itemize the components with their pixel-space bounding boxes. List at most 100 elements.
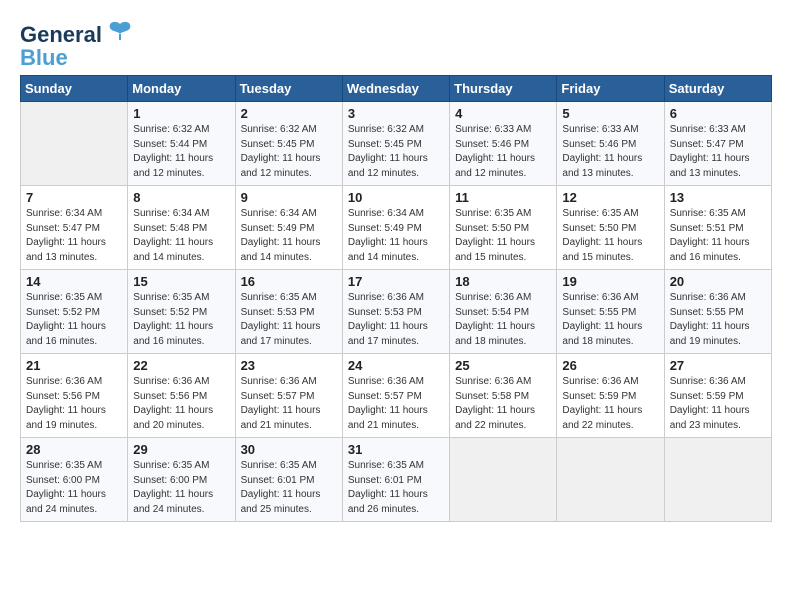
logo-blue: Blue bbox=[20, 47, 68, 69]
calendar-cell: 19 Sunrise: 6:36 AM Sunset: 5:55 PM Dayli… bbox=[557, 270, 664, 354]
day-info: Sunrise: 6:33 AM Sunset: 5:47 PM Dayligh… bbox=[670, 123, 766, 181]
day-info: Sunrise: 6:36 AM Sunset: 5:59 PM Dayligh… bbox=[670, 375, 766, 433]
day-info: Sunrise: 6:35 AM Sunset: 6:01 PM Dayligh… bbox=[241, 459, 337, 517]
calendar-cell: 30 Sunrise: 6:35 AM Sunset: 6:01 PM Dayli… bbox=[235, 438, 342, 522]
calendar-cell: 31 Sunrise: 6:35 AM Sunset: 6:01 PM Dayli… bbox=[342, 438, 449, 522]
calendar-cell: 26Sunrise: 6:36 AM Sunset: 5:59 PM Dayli… bbox=[557, 354, 664, 438]
day-number: 21 bbox=[26, 358, 122, 373]
calendar-cell: 22 Sunrise: 6:36 AM Sunset: 5:56 PM Dayli… bbox=[128, 354, 235, 438]
day-number: 24 bbox=[348, 358, 444, 373]
day-info: Sunrise: 6:35 AM Sunset: 5:53 PM Dayligh… bbox=[241, 291, 337, 349]
calendar-cell bbox=[21, 102, 128, 186]
calendar-week-4: 21 Sunrise: 6:36 AM Sunset: 5:56 PM Dayli… bbox=[21, 354, 772, 438]
calendar-cell: 12 Sunrise: 6:35 AM Sunset: 5:50 PM Dayli… bbox=[557, 186, 664, 270]
weekday-header-thursday: Thursday bbox=[450, 76, 557, 102]
calendar-cell: 28 Sunrise: 6:35 AM Sunset: 6:00 PM Dayli… bbox=[21, 438, 128, 522]
day-info: Sunrise: 6:36 AM Sunset: 5:59 PM Dayligh… bbox=[562, 375, 658, 433]
day-info: Sunrise: 6:35 AM Sunset: 6:01 PM Dayligh… bbox=[348, 459, 444, 517]
day-info: Sunrise: 6:34 AM Sunset: 5:48 PM Dayligh… bbox=[133, 207, 229, 265]
calendar-cell: 23Sunrise: 6:36 AM Sunset: 5:57 PM Dayli… bbox=[235, 354, 342, 438]
calendar-table: SundayMondayTuesdayWednesdayThursdayFrid… bbox=[20, 75, 772, 522]
day-number: 13 bbox=[670, 190, 766, 205]
calendar-cell bbox=[450, 438, 557, 522]
day-info: Sunrise: 6:36 AM Sunset: 5:58 PM Dayligh… bbox=[455, 375, 551, 433]
day-info: Sunrise: 6:35 AM Sunset: 5:52 PM Dayligh… bbox=[133, 291, 229, 349]
day-number: 9 bbox=[241, 190, 337, 205]
calendar-week-1: 1 Sunrise: 6:32 AM Sunset: 5:44 PM Daylig… bbox=[21, 102, 772, 186]
calendar-cell: 3 Sunrise: 6:32 AM Sunset: 5:45 PM Daylig… bbox=[342, 102, 449, 186]
calendar-cell: 27 Sunrise: 6:36 AM Sunset: 5:59 PM Dayli… bbox=[664, 354, 771, 438]
day-number: 16 bbox=[241, 274, 337, 289]
calendar-cell: 5 Sunrise: 6:33 AM Sunset: 5:46 PM Daylig… bbox=[557, 102, 664, 186]
day-number: 23 bbox=[241, 358, 337, 373]
day-info: Sunrise: 6:36 AM Sunset: 5:55 PM Dayligh… bbox=[670, 291, 766, 349]
day-info: Sunrise: 6:36 AM Sunset: 5:54 PM Dayligh… bbox=[455, 291, 551, 349]
day-number: 12 bbox=[562, 190, 658, 205]
day-number: 15 bbox=[133, 274, 229, 289]
calendar-cell: 25Sunrise: 6:36 AM Sunset: 5:58 PM Dayli… bbox=[450, 354, 557, 438]
calendar-cell: 9 Sunrise: 6:34 AM Sunset: 5:49 PM Daylig… bbox=[235, 186, 342, 270]
day-number: 31 bbox=[348, 442, 444, 457]
calendar-cell: 2 Sunrise: 6:32 AM Sunset: 5:45 PM Daylig… bbox=[235, 102, 342, 186]
weekday-header-sunday: Sunday bbox=[21, 76, 128, 102]
calendar-cell: 14Sunrise: 6:35 AM Sunset: 5:52 PM Dayli… bbox=[21, 270, 128, 354]
day-number: 30 bbox=[241, 442, 337, 457]
calendar-cell: 20Sunrise: 6:36 AM Sunset: 5:55 PM Dayli… bbox=[664, 270, 771, 354]
day-number: 17 bbox=[348, 274, 444, 289]
calendar-cell: 18Sunrise: 6:36 AM Sunset: 5:54 PM Dayli… bbox=[450, 270, 557, 354]
calendar-cell: 17 Sunrise: 6:36 AM Sunset: 5:53 PM Dayli… bbox=[342, 270, 449, 354]
day-info: Sunrise: 6:32 AM Sunset: 5:44 PM Dayligh… bbox=[133, 123, 229, 181]
day-number: 4 bbox=[455, 106, 551, 121]
day-info: Sunrise: 6:36 AM Sunset: 5:53 PM Dayligh… bbox=[348, 291, 444, 349]
day-info: Sunrise: 6:32 AM Sunset: 5:45 PM Dayligh… bbox=[348, 123, 444, 181]
day-number: 1 bbox=[133, 106, 229, 121]
calendar-week-5: 28 Sunrise: 6:35 AM Sunset: 6:00 PM Dayli… bbox=[21, 438, 772, 522]
day-number: 3 bbox=[348, 106, 444, 121]
calendar-cell: 4 Sunrise: 6:33 AM Sunset: 5:46 PM Daylig… bbox=[450, 102, 557, 186]
calendar-cell: 8 Sunrise: 6:34 AM Sunset: 5:48 PM Daylig… bbox=[128, 186, 235, 270]
day-number: 5 bbox=[562, 106, 658, 121]
day-number: 29 bbox=[133, 442, 229, 457]
weekday-header-wednesday: Wednesday bbox=[342, 76, 449, 102]
day-info: Sunrise: 6:36 AM Sunset: 5:56 PM Dayligh… bbox=[26, 375, 122, 433]
day-number: 2 bbox=[241, 106, 337, 121]
day-info: Sunrise: 6:35 AM Sunset: 6:00 PM Dayligh… bbox=[26, 459, 122, 517]
calendar-cell: 21 Sunrise: 6:36 AM Sunset: 5:56 PM Dayli… bbox=[21, 354, 128, 438]
day-info: Sunrise: 6:35 AM Sunset: 5:50 PM Dayligh… bbox=[455, 207, 551, 265]
calendar-cell: 6 Sunrise: 6:33 AM Sunset: 5:47 PM Daylig… bbox=[664, 102, 771, 186]
calendar-cell bbox=[557, 438, 664, 522]
weekday-header-friday: Friday bbox=[557, 76, 664, 102]
day-info: Sunrise: 6:32 AM Sunset: 5:45 PM Dayligh… bbox=[241, 123, 337, 181]
calendar-week-3: 14Sunrise: 6:35 AM Sunset: 5:52 PM Dayli… bbox=[21, 270, 772, 354]
day-number: 10 bbox=[348, 190, 444, 205]
day-info: Sunrise: 6:36 AM Sunset: 5:56 PM Dayligh… bbox=[133, 375, 229, 433]
day-number: 27 bbox=[670, 358, 766, 373]
day-info: Sunrise: 6:35 AM Sunset: 6:00 PM Dayligh… bbox=[133, 459, 229, 517]
day-info: Sunrise: 6:35 AM Sunset: 5:51 PM Dayligh… bbox=[670, 207, 766, 265]
day-info: Sunrise: 6:34 AM Sunset: 5:47 PM Dayligh… bbox=[26, 207, 122, 265]
day-number: 19 bbox=[562, 274, 658, 289]
day-info: Sunrise: 6:36 AM Sunset: 5:55 PM Dayligh… bbox=[562, 291, 658, 349]
weekday-header-tuesday: Tuesday bbox=[235, 76, 342, 102]
calendar-cell: 11 Sunrise: 6:35 AM Sunset: 5:50 PM Dayli… bbox=[450, 186, 557, 270]
day-number: 6 bbox=[670, 106, 766, 121]
weekday-header-saturday: Saturday bbox=[664, 76, 771, 102]
calendar-week-2: 7Sunrise: 6:34 AM Sunset: 5:47 PM Daylig… bbox=[21, 186, 772, 270]
calendar-cell bbox=[664, 438, 771, 522]
day-info: Sunrise: 6:34 AM Sunset: 5:49 PM Dayligh… bbox=[348, 207, 444, 265]
day-number: 8 bbox=[133, 190, 229, 205]
day-number: 11 bbox=[455, 190, 551, 205]
day-info: Sunrise: 6:35 AM Sunset: 5:50 PM Dayligh… bbox=[562, 207, 658, 265]
day-info: Sunrise: 6:33 AM Sunset: 5:46 PM Dayligh… bbox=[562, 123, 658, 181]
calendar-cell: 15 Sunrise: 6:35 AM Sunset: 5:52 PM Dayli… bbox=[128, 270, 235, 354]
day-number: 22 bbox=[133, 358, 229, 373]
bird-icon bbox=[106, 18, 134, 46]
weekday-header-monday: Monday bbox=[128, 76, 235, 102]
calendar-cell: 13 Sunrise: 6:35 AM Sunset: 5:51 PM Dayli… bbox=[664, 186, 771, 270]
logo: General Blue bbox=[20, 18, 134, 69]
calendar-cell: 24Sunrise: 6:36 AM Sunset: 5:57 PM Dayli… bbox=[342, 354, 449, 438]
day-info: Sunrise: 6:33 AM Sunset: 5:46 PM Dayligh… bbox=[455, 123, 551, 181]
day-info: Sunrise: 6:35 AM Sunset: 5:52 PM Dayligh… bbox=[26, 291, 122, 349]
day-info: Sunrise: 6:34 AM Sunset: 5:49 PM Dayligh… bbox=[241, 207, 337, 265]
day-number: 28 bbox=[26, 442, 122, 457]
